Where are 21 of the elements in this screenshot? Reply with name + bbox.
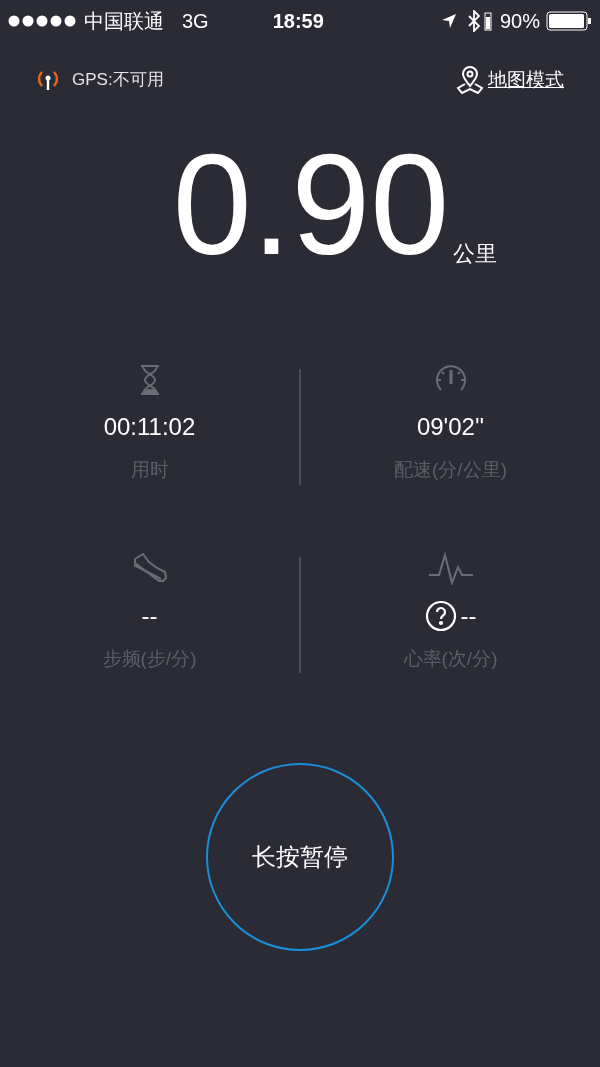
stat-value: 00:11:02	[103, 412, 196, 442]
help-icon[interactable]	[424, 599, 457, 632]
location-arrow-icon	[440, 13, 457, 29]
network-type: 3G	[182, 9, 209, 34]
clock: 18:59	[272, 9, 324, 34]
gps-signal-icon	[36, 68, 60, 92]
battery-icon	[546, 11, 592, 31]
pulse-icon	[427, 550, 474, 585]
distance-unit: 公里	[453, 240, 498, 268]
map-pin-icon	[456, 66, 484, 94]
pause-button[interactable]: 长按暂停	[206, 763, 394, 951]
bluetooth-icon	[466, 10, 481, 32]
stat-value: --	[141, 600, 158, 631]
carrier: 中国联通	[84, 9, 164, 34]
battery-percent: 90%	[499, 9, 540, 34]
map-mode-link[interactable]: 地图模式	[456, 65, 564, 95]
distance-value: 0.90	[172, 134, 450, 276]
battery-small-icon	[483, 11, 492, 31]
stat-value: --	[460, 600, 477, 631]
gps-status: GPS:不可用	[72, 69, 164, 92]
stat-value: 09'02''	[416, 412, 485, 442]
